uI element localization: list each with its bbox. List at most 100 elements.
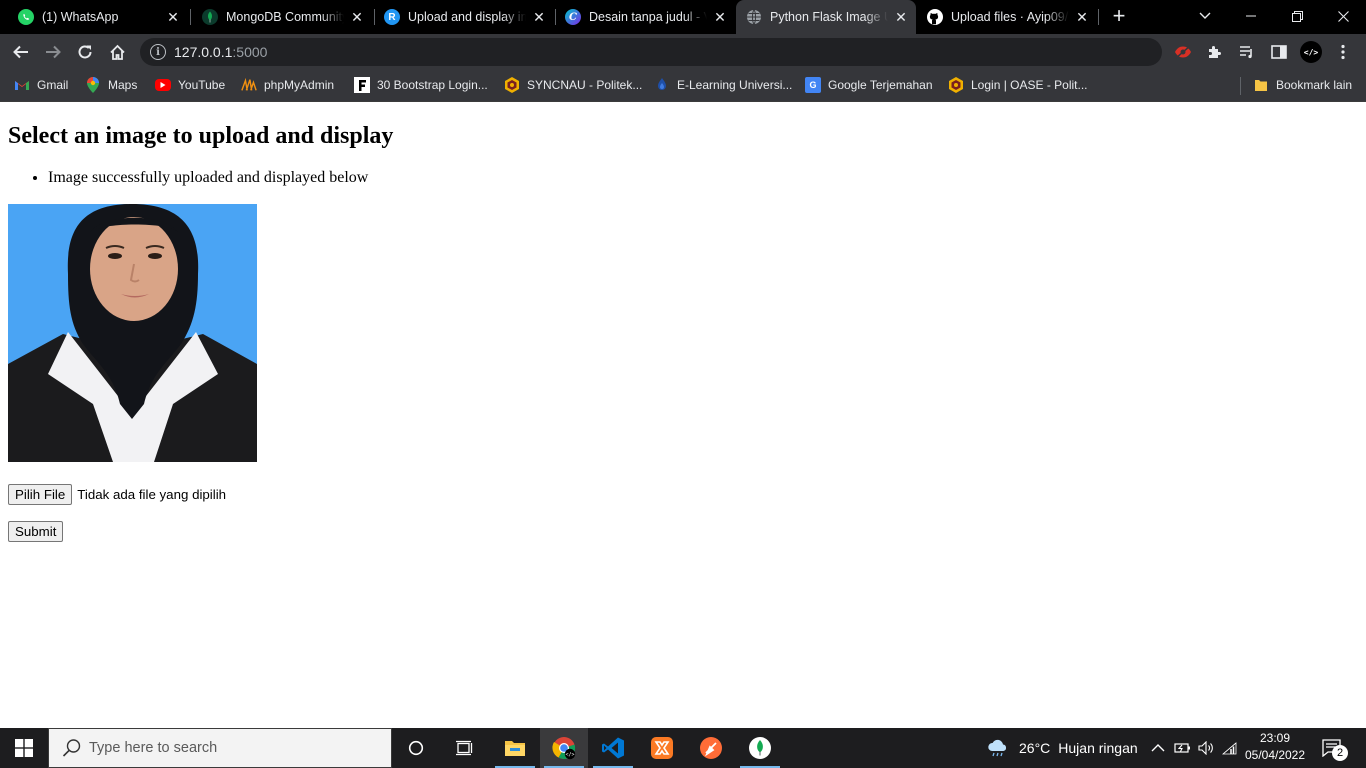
- bookmark-oase-login[interactable]: Login | OASE - Polit...: [948, 76, 1088, 94]
- bookmark-label: Maps: [108, 78, 138, 92]
- cortana-circle-icon: [408, 740, 424, 756]
- url-port: :5000: [232, 44, 268, 60]
- tab-title: MongoDB Community: [226, 10, 344, 24]
- taskbar-file-explorer[interactable]: [491, 728, 539, 768]
- back-button[interactable]: [8, 39, 34, 65]
- close-icon[interactable]: ✕: [530, 8, 548, 26]
- tab-canva[interactable]: C Desain tanpa judul - V ✕: [555, 0, 735, 34]
- tab-github[interactable]: Upload files · Ayip09/​ ✕: [917, 0, 1097, 34]
- profile-button[interactable]: </>: [1298, 39, 1324, 65]
- action-center-button[interactable]: 2: [1322, 728, 1348, 768]
- puzzle-icon: [1209, 46, 1221, 58]
- tab-title: (1) WhatsApp: [42, 10, 119, 24]
- submit-button[interactable]: Submit: [8, 521, 64, 542]
- bookmark-youtube[interactable]: YouTube: [155, 76, 225, 94]
- system-clock[interactable]: 23:09 05/04/2022: [1244, 730, 1306, 764]
- tab-mongodb[interactable]: MongoDB Community ✕: [192, 0, 372, 34]
- bookmark-bootstrap-login[interactable]: 30 Bootstrap Login...: [354, 76, 488, 94]
- close-icon[interactable]: ✕: [164, 8, 182, 26]
- kebab-menu-icon: [1341, 44, 1345, 60]
- url-host: 127.0.0.1: [174, 44, 233, 60]
- arrow-right-icon: [46, 45, 61, 59]
- cortana-button[interactable]: [392, 728, 440, 768]
- rain-cloud-icon: [988, 739, 1007, 757]
- bookmark-phpmyadmin[interactable]: phpMyAdmin: [241, 76, 334, 94]
- weather-temp: 26°C: [1019, 740, 1051, 756]
- polinema-icon: [948, 77, 964, 93]
- globe-icon: [746, 9, 762, 25]
- tab-python-flask[interactable]: Python Flask Image Up ✕: [736, 0, 916, 34]
- bookmark-other-folder[interactable]: Bookmark lain: [1253, 76, 1352, 94]
- tab-upload-display[interactable]: R Upload and display im ✕: [374, 0, 554, 34]
- restore-icon: [1291, 10, 1303, 22]
- file-status-text: Tidak ada file yang dipilih: [77, 487, 227, 502]
- tab-title: Python Flask Image Up: [770, 10, 888, 24]
- taskbar-postman[interactable]: [687, 728, 735, 768]
- mongodb-leaf-icon: [202, 9, 218, 25]
- tab-search-button[interactable]: [1182, 0, 1228, 32]
- minimize-button[interactable]: [1228, 0, 1274, 32]
- close-icon[interactable]: ✕: [348, 8, 366, 26]
- side-panel-button[interactable]: [1266, 39, 1292, 65]
- bookmark-google-translate[interactable]: G Google Terjemahan: [805, 76, 933, 94]
- canva-icon: C: [565, 9, 581, 25]
- battery-charging-icon: [1174, 743, 1190, 753]
- taskbar-search-box[interactable]: Type here to search: [48, 728, 392, 768]
- bookmark-gmail[interactable]: Gmail: [14, 76, 68, 94]
- clock-time: 23:09: [1259, 731, 1291, 745]
- close-icon[interactable]: ✕: [1073, 8, 1091, 26]
- media-controls-button[interactable]: [1234, 39, 1260, 65]
- weather-widget[interactable]: 26°C Hujan ringan: [986, 728, 1138, 768]
- extensions-button[interactable]: [1202, 39, 1228, 65]
- site-info-icon[interactable]: i: [150, 44, 166, 60]
- bookmark-label: Gmail: [37, 78, 69, 92]
- taskbar-chrome[interactable]: </>: [540, 728, 588, 768]
- bookmark-label: Bookmark lain: [1276, 78, 1353, 92]
- flash-message: Image successfully uploaded and displaye…: [48, 169, 368, 187]
- address-url[interactable]: 127.0.0.1:5000: [174, 44, 267, 60]
- show-hidden-icons-button[interactable]: [1151, 728, 1165, 768]
- bookmark-label: Login | OASE - Polit...: [971, 78, 1088, 92]
- windows-taskbar: Type here to search </> 26°C Hujan ringa…: [0, 728, 1366, 768]
- folder-icon: [1253, 77, 1269, 93]
- taskbar-mongodb-compass[interactable]: [736, 728, 784, 768]
- restore-button[interactable]: [1274, 0, 1320, 32]
- close-window-button[interactable]: [1320, 0, 1366, 32]
- r-icon: R: [384, 9, 400, 25]
- youtube-icon: [155, 79, 171, 91]
- new-tab-button[interactable]: +: [1096, 0, 1142, 32]
- bookmark-maps[interactable]: Maps: [85, 76, 137, 94]
- volume-button[interactable]: [1198, 728, 1215, 768]
- taskbar-xampp[interactable]: [638, 728, 686, 768]
- home-button[interactable]: [104, 39, 130, 65]
- start-button[interactable]: [0, 728, 48, 768]
- elearning-icon: [654, 77, 670, 93]
- bookmark-label: Google Terjemahan: [828, 78, 933, 92]
- polinema-icon: [504, 77, 520, 93]
- battery-status[interactable]: [1174, 728, 1191, 768]
- task-view-button[interactable]: [440, 728, 488, 768]
- bootstrap-f-icon: [354, 77, 370, 93]
- forward-button[interactable]: [40, 39, 66, 65]
- address-bar[interactable]: i 127.0.0.1:5000: [140, 38, 1162, 66]
- bookmark-syncnau[interactable]: SYNCNAU - Politek...: [504, 76, 642, 94]
- reload-button[interactable]: [72, 39, 98, 65]
- tab-whatsapp[interactable]: (1) WhatsApp ✕: [8, 0, 188, 34]
- menu-button[interactable]: [1330, 39, 1356, 65]
- xampp-icon: [651, 737, 673, 759]
- taskbar-vscode[interactable]: [589, 728, 637, 768]
- playlist-icon: [1240, 46, 1252, 59]
- windows-logo-icon: [15, 739, 33, 757]
- bookmark-elearning[interactable]: E-Learning Universi...: [654, 76, 792, 94]
- search-placeholder: Type here to search: [89, 740, 218, 756]
- wifi-icon: [1222, 741, 1237, 754]
- choose-file-button[interactable]: Pilih File: [8, 484, 73, 505]
- phpmyadmin-icon: [241, 77, 257, 93]
- gmail-icon: [14, 77, 30, 93]
- extension-eye-button[interactable]: [1170, 39, 1196, 65]
- close-icon[interactable]: ✕: [892, 8, 910, 26]
- close-icon[interactable]: ✕: [711, 8, 729, 26]
- maps-pin-icon: [85, 77, 101, 93]
- wifi-button[interactable]: [1222, 728, 1237, 768]
- code-avatar-icon: </>: [1300, 41, 1322, 63]
